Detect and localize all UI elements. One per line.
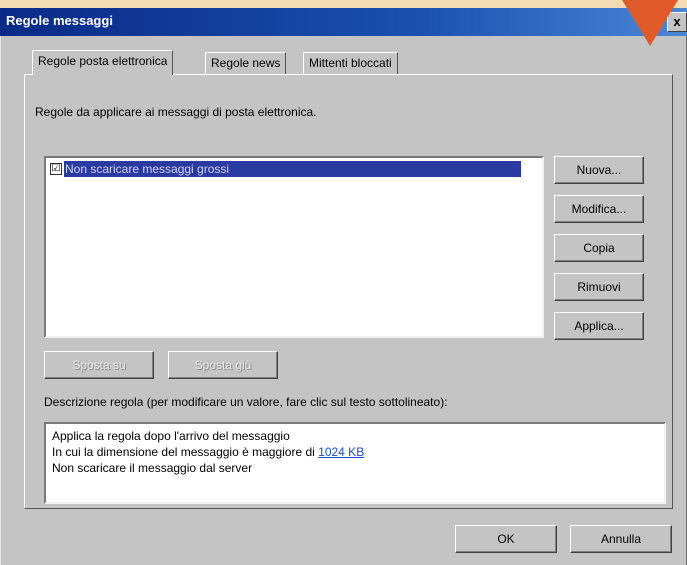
- rules-list[interactable]: ☑ Non scaricare messaggi grossi: [44, 156, 544, 338]
- title-bar[interactable]: Regole messaggi x: [0, 8, 687, 36]
- description-line-3: Non scaricare il messaggio dal server: [52, 461, 253, 475]
- rule-description: Applica la regola dopo l'arrivo del mess…: [44, 422, 666, 504]
- description-line-2: In cui la dimensione del messaggio è mag…: [52, 444, 658, 460]
- remove-rule-button[interactable]: Rimuovi: [554, 273, 644, 301]
- ok-button[interactable]: OK: [455, 525, 557, 553]
- description-label: Descrizione regola (per modificare un va…: [44, 395, 448, 409]
- tab-blocked-senders[interactable]: Mittenti bloccati: [303, 52, 398, 75]
- rules-dialog: Regole messaggi x Regole posta elettroni…: [0, 8, 687, 565]
- tab-news-rules[interactable]: Regole news: [205, 52, 287, 75]
- description-line-1: Applica la regola dopo l'arrivo del mess…: [52, 429, 290, 443]
- modify-rule-button[interactable]: Modifica...: [554, 195, 644, 223]
- rules-intro: Regole da applicare ai messaggi di posta…: [35, 105, 317, 119]
- new-rule-button[interactable]: Nuova...: [554, 156, 644, 184]
- list-item[interactable]: ☑ Non scaricare messaggi grossi: [50, 161, 521, 177]
- size-value-link[interactable]: 1024 KB: [318, 445, 364, 459]
- tab-email-rules[interactable]: Regole posta elettronica: [32, 50, 174, 75]
- move-up-button[interactable]: Sposta su: [44, 351, 154, 379]
- copy-rule-button[interactable]: Copia: [554, 234, 644, 262]
- rule-checkbox[interactable]: ☑: [50, 163, 62, 175]
- cancel-button[interactable]: Annulla: [570, 525, 672, 553]
- move-down-button[interactable]: Sposta giù: [168, 351, 278, 379]
- window-title: Regole messaggi: [6, 13, 113, 28]
- tab-panel: Regole da applicare ai messaggi di posta…: [24, 74, 673, 509]
- apply-rule-button[interactable]: Applica...: [554, 312, 644, 340]
- rule-name: Non scaricare messaggi grossi: [64, 161, 521, 177]
- arrow-down-icon: [622, 0, 678, 46]
- description-line-2-text: In cui la dimensione del messaggio è mag…: [52, 445, 319, 459]
